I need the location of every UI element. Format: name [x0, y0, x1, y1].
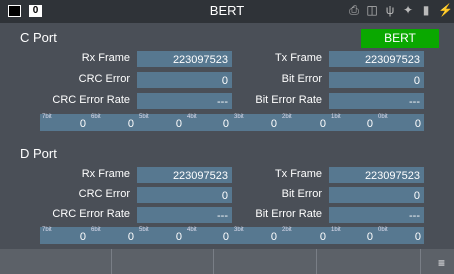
battery-icon: ▮ [422, 3, 430, 17]
c-bit5-cell: 5bit 0 [137, 114, 185, 131]
bit-label: 3bit [234, 227, 244, 233]
bit-label: 5bit [139, 114, 149, 120]
d-bit0-cell: 0bit 0 [376, 227, 424, 244]
d-bit3-cell: 3bit 0 [232, 227, 280, 244]
softkey-bar [0, 249, 454, 274]
bit-value: 0 [222, 231, 229, 243]
bit-label: 4bit [187, 114, 197, 120]
top-bar: 0 BERT ⎙ ◫ ψ ✦ ▮ ⚡ [0, 0, 454, 23]
bit-label: 7bit [42, 114, 52, 120]
bit-label: 0bit [378, 227, 388, 233]
d-rx-frame-label: Rx Frame [81, 168, 130, 180]
c-bit2-cell: 2bit 0 [280, 114, 329, 131]
printer-icon[interactable]: ⎙ [348, 3, 360, 18]
bit-label: 5bit [139, 227, 149, 233]
softkey-divider [420, 249, 421, 274]
c-bit-rate-label: Bit Error Rate [255, 94, 322, 106]
d-bit1-cell: 1bit 0 [329, 227, 376, 244]
bit-label: 6bit [91, 227, 101, 233]
d-crc-rate-label: CRC Error Rate [52, 208, 130, 220]
c-bit-rate-field: --- [329, 93, 424, 109]
d-bit-rate-label: Bit Error Rate [255, 208, 322, 220]
softkey-divider [316, 249, 317, 274]
d-bit-error-field: 0 [329, 187, 424, 203]
c-crc-error-label: CRC Error [78, 73, 130, 85]
network-icon: ◫ [366, 3, 378, 17]
d-port-title: D Port [20, 146, 57, 161]
bit-label: 0bit [378, 114, 388, 120]
bit-value: 0 [319, 231, 326, 243]
c-port-title: C Port [20, 30, 57, 45]
bit-value: 0 [270, 118, 277, 130]
c-bit3-cell: 3bit 0 [232, 114, 280, 131]
c-bit-error-field: 0 [329, 72, 424, 88]
bit-label: 4bit [187, 227, 197, 233]
d-crc-error-label: CRC Error [78, 188, 130, 200]
softkey-divider [111, 249, 112, 274]
d-bit-rate-field: --- [329, 207, 424, 223]
c-bit4-cell: 4bit 0 [185, 114, 232, 131]
c-tx-frame-label: Tx Frame [274, 52, 322, 64]
bit-value: 0 [414, 118, 421, 130]
bit-value: 0 [222, 118, 229, 130]
bit-value: 0 [79, 231, 86, 243]
bit-value: 0 [175, 231, 182, 243]
d-bit-error-label: Bit Error [281, 188, 322, 200]
wrench-icon[interactable]: ✦ [402, 3, 414, 18]
bit-value: 0 [414, 231, 421, 243]
softkey-divider [213, 249, 214, 274]
c-bit1-cell: 1bit 0 [329, 114, 376, 131]
bit-label: 6bit [91, 114, 101, 120]
bit-value: 0 [270, 231, 277, 243]
c-bit-error-label: Bit Error [281, 73, 322, 85]
bit-label: 2bit [282, 114, 292, 120]
d-bit5-cell: 5bit 0 [137, 227, 185, 244]
c-bit0-cell: 0bit 0 [376, 114, 424, 131]
d-tx-frame-label: Tx Frame [274, 168, 322, 180]
bit-label: 3bit [234, 114, 244, 120]
bit-label: 1bit [331, 227, 341, 233]
d-bit2-cell: 2bit 0 [280, 227, 329, 244]
bert-button[interactable]: BERT [361, 29, 439, 48]
status-icons: ⎙ ◫ ψ ✦ ▮ ⚡ [348, 3, 453, 18]
bit-value: 0 [127, 231, 134, 243]
bit-value: 0 [127, 118, 134, 130]
usb-icon: ψ [385, 3, 395, 17]
c-crc-rate-label: CRC Error Rate [52, 94, 130, 106]
bit-value: 0 [366, 231, 373, 243]
menu-icon[interactable]: ≡ [438, 256, 445, 270]
bit-value: 0 [175, 118, 182, 130]
plug-icon: ⚡ [438, 3, 453, 17]
bit-label: 7bit [42, 227, 52, 233]
c-bit6-cell: 6bit 0 [89, 114, 137, 131]
bit-label: 2bit [282, 227, 292, 233]
d-tx-frame-field: 223097523 [329, 167, 424, 183]
bit-value: 0 [79, 118, 86, 130]
c-tx-frame-field: 223097523 [329, 51, 424, 67]
d-bit6-cell: 6bit 0 [89, 227, 137, 244]
c-bit7-cell: 7bit 0 [40, 114, 89, 131]
bit-value: 0 [319, 118, 326, 130]
c-rx-frame-label: Rx Frame [81, 52, 130, 64]
d-bit4-cell: 4bit 0 [185, 227, 232, 244]
bit-label: 1bit [331, 114, 341, 120]
bit-value: 0 [366, 118, 373, 130]
d-bit7-cell: 7bit 0 [40, 227, 89, 244]
